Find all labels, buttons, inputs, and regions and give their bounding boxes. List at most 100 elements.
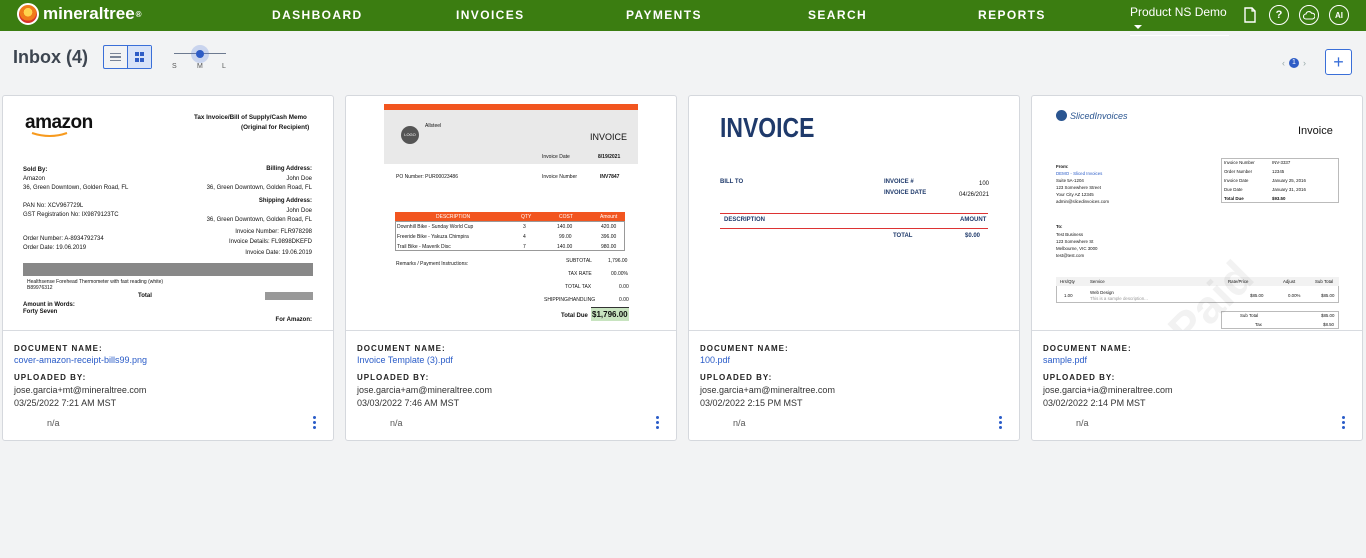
order-number: Order Number: A-8934792734 (23, 236, 104, 242)
document-thumbnail[interactable]: amazon Tax Invoice/Bill of Supply/Cash M… (3, 96, 333, 331)
row-1-cost: 140.00 (557, 224, 573, 230)
row-3-desc: Trail Bike - Maverik Disc (397, 244, 451, 250)
row-2-cost: 99.00 (559, 234, 572, 240)
description-header: DESCRIPTION (724, 217, 766, 223)
invoice-details: Invoice Details: FL9898DKEFD (228, 239, 312, 245)
tenant-selector[interactable]: Product NS Demo (1130, 5, 1229, 36)
trademark-mark: ® (135, 9, 142, 19)
document-status: n/a (47, 418, 60, 428)
list-view-button[interactable] (104, 46, 128, 68)
company-name: Allsteel (425, 123, 442, 129)
tax-rate: 00.00% (611, 271, 628, 277)
document-card[interactable]: INVOICE BILL TO INVOICE # 100 INVOICE DA… (688, 95, 1020, 441)
sliced-invoices-logo-icon (1056, 110, 1067, 121)
seller-name: Amazon (23, 176, 46, 182)
more-options-icon[interactable] (656, 416, 660, 429)
nav-reports[interactable]: REPORTS (978, 8, 1046, 22)
document-meta: DOCUMENT NAME: sample.pdf UPLOADED BY: j… (1043, 344, 1172, 408)
meta-label-1: Invoice Number (1224, 160, 1255, 165)
more-options-icon[interactable] (1342, 416, 1346, 429)
invoice-number: INV7847 (600, 174, 620, 180)
more-options-icon[interactable] (999, 416, 1003, 429)
row-1-amount: 420.00 (601, 224, 617, 230)
row-3-cost: 140.00 (557, 244, 573, 250)
document-thumbnail[interactable]: INVOICE BILL TO INVOICE # 100 INVOICE DA… (689, 96, 1019, 331)
tenant-name: Product NS Demo (1130, 5, 1227, 19)
uploader-email: jose.garcia+ia@mineraltree.com (1043, 385, 1173, 395)
subtotal-label: SUBTOTAL (566, 258, 592, 264)
more-options-icon[interactable] (313, 416, 317, 429)
grid-view-button[interactable] (128, 46, 151, 68)
nav-payments[interactable]: PAYMENTS (626, 8, 702, 22)
document-card[interactable]: amazon Tax Invoice/Bill of Supply/Cash M… (2, 95, 334, 441)
nav-invoices[interactable]: INVOICES (456, 8, 525, 22)
tax: $8.50 (1323, 322, 1334, 327)
from-label: From: (1056, 164, 1069, 169)
to-line-4: test@test.com (1056, 253, 1085, 258)
tax-rate-label: TAX RATE (568, 271, 592, 277)
shipping-label: SHIPPING/HANDLING (544, 297, 596, 303)
user-avatar[interactable]: AI (1329, 5, 1349, 25)
pan-number: PAN No: XCV967729L (23, 203, 84, 209)
invoice-date: 8/19/2021 (598, 154, 621, 160)
document-thumbnail[interactable]: LOGO Allsteel INVOICE Invoice Date 8/19/… (346, 96, 676, 331)
for-amazon-label: For Amazon: (275, 317, 312, 323)
row-1-desc: Downhill Bike - Sunday World Cup (397, 224, 474, 230)
row-1-qty: 3 (523, 224, 526, 230)
page-number[interactable]: 1 (1289, 58, 1299, 68)
document-name[interactable]: cover-amazon-receipt-bills99.png (14, 355, 147, 365)
add-document-button[interactable]: + (1325, 49, 1352, 75)
col-adjust: Adjust (1283, 279, 1296, 284)
nav-dashboard[interactable]: DASHBOARD (272, 8, 363, 22)
cloud-icon[interactable] (1299, 5, 1319, 25)
order-date: Order Date: 19.06.2019 (23, 245, 87, 251)
seller-address: 36, Green Downtown, Golden Road, FL (23, 185, 129, 191)
meta-value-2: 12345 (1272, 169, 1285, 174)
row-3-qty: 7 (523, 244, 526, 250)
invoice-heading: INVOICE (720, 112, 815, 143)
document-card[interactable]: SlicedInvoices Invoice From: DEMO - Slic… (1031, 95, 1363, 441)
po-number: PO Number: PUR00023486 (396, 174, 458, 180)
pagination: ‹ 1 › (1282, 58, 1306, 68)
col-hrs-qty: Hrs/Qty (1060, 279, 1075, 284)
invoice-date-label: INVOICE DATE (884, 190, 927, 196)
thumbnail-size-slider-knob[interactable] (196, 50, 204, 58)
meta-label-2: Order Number (1224, 169, 1253, 174)
invoice-no-label: INVOICE # (884, 179, 914, 185)
remarks-label: Remarks / Payment Instructions: (396, 261, 469, 267)
invoice-date: 04/26/2021 (959, 192, 990, 198)
subtotal: 1,796.00 (608, 258, 628, 264)
next-page-icon[interactable]: › (1303, 58, 1306, 68)
grid-icon (134, 52, 145, 62)
service-note: This is a sample description... (1090, 296, 1148, 301)
item-table-header (23, 263, 313, 276)
upload-date: 03/25/2022 7:21 AM MST (14, 398, 117, 408)
shipping-label: Shipping Address: (258, 198, 312, 204)
from-line-1: DEMO - Sliced Invoices (1056, 171, 1103, 176)
document-meta: DOCUMENT NAME: Invoice Template (3).pdf … (357, 344, 492, 408)
bill-to-label: BILL TO (720, 179, 744, 185)
amount-in-words: Forty Seven (23, 309, 58, 315)
upload-date: 03/03/2022 7:46 AM MST (357, 398, 460, 408)
sold-by-label: Sold By: (23, 167, 48, 173)
logo-placeholder: LOGO (401, 126, 419, 144)
total-due: $1,796.00 (591, 307, 629, 321)
document-name[interactable]: 100.pdf (700, 355, 835, 365)
billing-label: Billing Address: (266, 166, 312, 172)
to-label: To: (1056, 224, 1063, 229)
view-toggle (103, 45, 152, 69)
total-label: TOTAL (893, 233, 913, 239)
document-name[interactable]: sample.pdf (1043, 355, 1172, 365)
help-icon[interactable]: ? (1269, 5, 1289, 25)
document-thumbnail[interactable]: SlicedInvoices Invoice From: DEMO - Slic… (1032, 96, 1362, 331)
document-card[interactable]: LOGO Allsteel INVOICE Invoice Date 8/19/… (345, 95, 677, 441)
col-qty: QTY (521, 214, 532, 220)
nav-search[interactable]: SEARCH (808, 8, 867, 22)
prev-page-icon[interactable]: ‹ (1282, 58, 1285, 68)
brand-logo[interactable]: mineraltree ® (17, 3, 142, 25)
document-icon[interactable] (1240, 5, 1260, 25)
document-name[interactable]: Invoice Template (3).pdf (357, 355, 492, 365)
from-line-3: 123 Somewhere Street (1056, 185, 1101, 190)
amount-header: AMOUNT (960, 217, 987, 223)
document-name-label: DOCUMENT NAME: (700, 344, 789, 353)
